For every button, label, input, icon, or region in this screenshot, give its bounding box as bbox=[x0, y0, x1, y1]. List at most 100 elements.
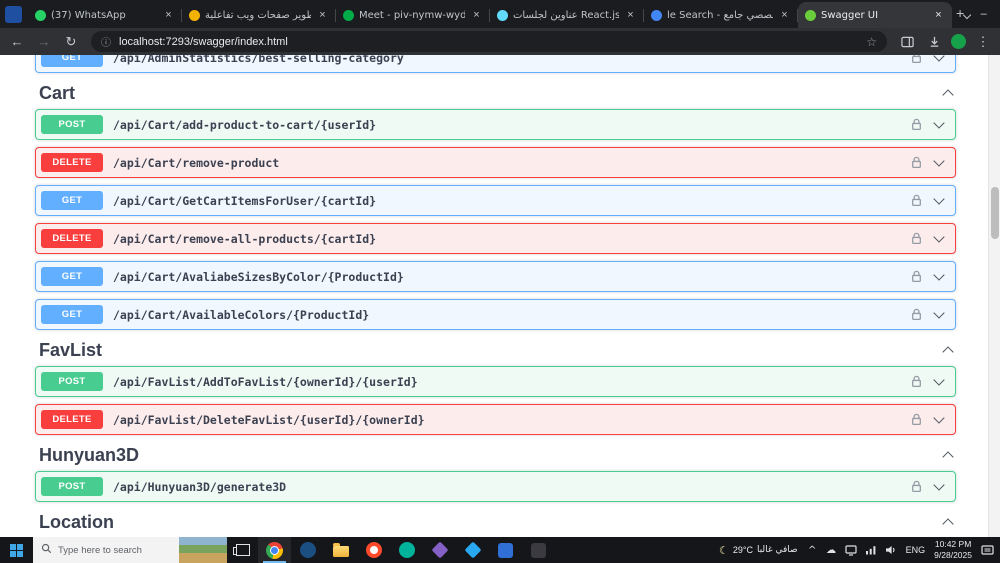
display-icon[interactable] bbox=[845, 544, 857, 556]
download-icon[interactable] bbox=[924, 32, 944, 52]
network-signal-icon[interactable] bbox=[865, 545, 877, 555]
edge-icon[interactable] bbox=[291, 537, 324, 563]
endpoint-path: /api/AdminStatistics/best-selling-catego… bbox=[113, 55, 404, 65]
chevron-down-icon[interactable] bbox=[933, 231, 945, 243]
endpoint-row[interactable]: POST/api/Hunyuan3D/generate3D bbox=[35, 471, 956, 502]
endpoint-row[interactable]: POST/api/FavList/AddToFavList/{ownerId}/… bbox=[35, 366, 956, 397]
chevron-down-icon[interactable] bbox=[933, 269, 945, 281]
taskbar-weather[interactable]: ☾ 29°C صافي غالبا bbox=[719, 544, 798, 557]
profile-avatar[interactable] bbox=[951, 34, 966, 49]
chevron-down-icon[interactable] bbox=[933, 479, 945, 491]
close-tab-icon[interactable]: × bbox=[624, 9, 637, 22]
onedrive-cloud-icon[interactable]: ☁ bbox=[826, 545, 837, 556]
endpoint-row-icons bbox=[911, 155, 945, 169]
endpoint-row-icons bbox=[911, 479, 945, 493]
endpoint-path: /api/Hunyuan3D/generate3D bbox=[113, 479, 287, 494]
window-app-icon bbox=[5, 5, 22, 23]
lock-icon[interactable] bbox=[911, 55, 922, 64]
teal-app-icon[interactable] bbox=[390, 537, 423, 563]
close-tab-icon[interactable]: × bbox=[778, 9, 791, 22]
tab-title: (37) WhatsApp bbox=[51, 9, 126, 21]
endpoint-row[interactable]: DELETE/api/Cart/remove-product bbox=[35, 147, 956, 178]
docs-favicon bbox=[189, 9, 200, 21]
endpoint-row[interactable]: DELETE/api/Cart/remove-all-products/{car… bbox=[35, 223, 956, 254]
section-header[interactable]: FavList bbox=[39, 340, 954, 360]
endpoint-row[interactable]: GET/api/Cart/AvaliabeSizesByColor/{Produ… bbox=[35, 261, 956, 292]
chevron-down-icon[interactable] bbox=[933, 117, 945, 129]
weather-temp: 29°C bbox=[732, 545, 753, 555]
chevron-up-icon[interactable] bbox=[942, 451, 954, 463]
lock-icon[interactable] bbox=[911, 232, 922, 245]
section-header[interactable]: Location bbox=[39, 512, 954, 532]
terminal-icon[interactable] bbox=[522, 537, 555, 563]
chrome-icon[interactable] bbox=[258, 537, 291, 563]
taskbar-clock[interactable]: 10:42 PM 9/28/2025 bbox=[934, 539, 972, 561]
endpoint-row[interactable]: DELETE/api/FavList/DeleteFavList/{userId… bbox=[35, 404, 956, 435]
browser-tab[interactable]: Meet - piv-nymw-wyd × bbox=[336, 2, 490, 28]
scrollbar-thumb[interactable] bbox=[990, 187, 999, 239]
chevron-up-icon[interactable] bbox=[942, 89, 954, 101]
endpoint-row[interactable]: POST/api/Cart/add-product-to-cart/{userI… bbox=[35, 109, 956, 140]
lock-icon[interactable] bbox=[911, 194, 922, 207]
taskbar-search[interactable]: Type here to search bbox=[33, 537, 227, 563]
chevron-down-icon[interactable] bbox=[933, 412, 945, 424]
endpoint-row[interactable]: GET/api/Cart/AvailableColors/{ProductId} bbox=[35, 299, 956, 330]
search-icon bbox=[41, 543, 52, 557]
meet-favicon bbox=[343, 9, 354, 21]
task-view-button[interactable] bbox=[227, 537, 258, 563]
browser-tab[interactable]: تطوير صفحات ويب تفاعلية × bbox=[182, 2, 336, 28]
lock-icon[interactable] bbox=[911, 270, 922, 283]
tab-title: le Search - بتخصصي جامع bbox=[667, 9, 773, 21]
browser-tab[interactable]: Swagger UI × bbox=[798, 2, 952, 28]
chevron-down-icon[interactable] bbox=[933, 193, 945, 205]
endpoint-row[interactable]: GET/api/Cart/GetCartItemsForUser/{cartId… bbox=[35, 185, 956, 216]
chevron-down-icon[interactable] bbox=[933, 307, 945, 319]
file-explorer-icon[interactable] bbox=[324, 537, 357, 563]
close-tab-icon[interactable]: × bbox=[470, 9, 483, 22]
action-center-icon[interactable] bbox=[981, 544, 994, 556]
bookmark-star-icon[interactable]: ☆ bbox=[866, 35, 877, 49]
close-tab-icon[interactable]: × bbox=[162, 9, 175, 22]
minimize-button[interactable]: – bbox=[970, 0, 997, 28]
section-header[interactable]: Cart bbox=[39, 83, 954, 103]
close-tab-icon[interactable]: × bbox=[316, 9, 329, 22]
tab-title: Swagger UI bbox=[821, 9, 879, 21]
chevron-up-icon[interactable] bbox=[942, 518, 954, 530]
search-highlight-image[interactable] bbox=[179, 537, 227, 563]
forward-button[interactable]: → bbox=[34, 32, 54, 52]
photos-icon[interactable] bbox=[489, 537, 522, 563]
chevron-down-icon[interactable] bbox=[933, 155, 945, 167]
refresh-button[interactable]: ↻ bbox=[61, 32, 81, 52]
section-header[interactable]: Hunyuan3D bbox=[39, 445, 954, 465]
browser-tab[interactable]: عناوين لجلسات React.js × bbox=[490, 2, 644, 28]
site-info-icon[interactable]: ⓘ bbox=[101, 34, 111, 49]
page-scrollbar[interactable] bbox=[988, 55, 1000, 537]
visual-studio-icon[interactable] bbox=[423, 537, 456, 563]
lock-icon[interactable] bbox=[911, 413, 922, 426]
method-badge: DELETE bbox=[41, 229, 103, 248]
close-tab-icon[interactable]: × bbox=[932, 9, 945, 22]
chevron-down-icon[interactable] bbox=[933, 55, 945, 62]
browser-tab[interactable]: le Search - بتخصصي جامع × bbox=[644, 2, 798, 28]
language-indicator[interactable]: ENG bbox=[906, 545, 926, 555]
opera-icon[interactable] bbox=[357, 537, 390, 563]
chevron-up-icon[interactable] bbox=[942, 346, 954, 358]
lock-icon[interactable] bbox=[911, 156, 922, 169]
browser-menu-button[interactable]: ⋮ bbox=[973, 32, 993, 52]
browser-tab[interactable]: (37) WhatsApp × bbox=[28, 2, 182, 28]
side-panel-icon[interactable] bbox=[897, 32, 917, 52]
lock-icon[interactable] bbox=[911, 375, 922, 388]
lock-icon[interactable] bbox=[911, 308, 922, 321]
vscode-icon[interactable] bbox=[456, 537, 489, 563]
start-button[interactable] bbox=[0, 537, 33, 563]
back-button[interactable]: ← bbox=[7, 32, 27, 52]
lock-icon[interactable] bbox=[911, 480, 922, 493]
volume-icon[interactable] bbox=[885, 545, 897, 555]
tab-title: تطوير صفحات ويب تفاعلية bbox=[205, 9, 311, 21]
method-badge: GET bbox=[41, 55, 103, 67]
address-bar[interactable]: ⓘ localhost:7293/swagger/index.html ☆ bbox=[91, 31, 887, 52]
endpoint-row[interactable]: GET/api/AdminStatistics/best-selling-cat… bbox=[35, 55, 956, 73]
hidden-icons-chevron[interactable]: ^ bbox=[807, 545, 818, 556]
lock-icon[interactable] bbox=[911, 118, 922, 131]
chevron-down-icon[interactable] bbox=[933, 374, 945, 386]
